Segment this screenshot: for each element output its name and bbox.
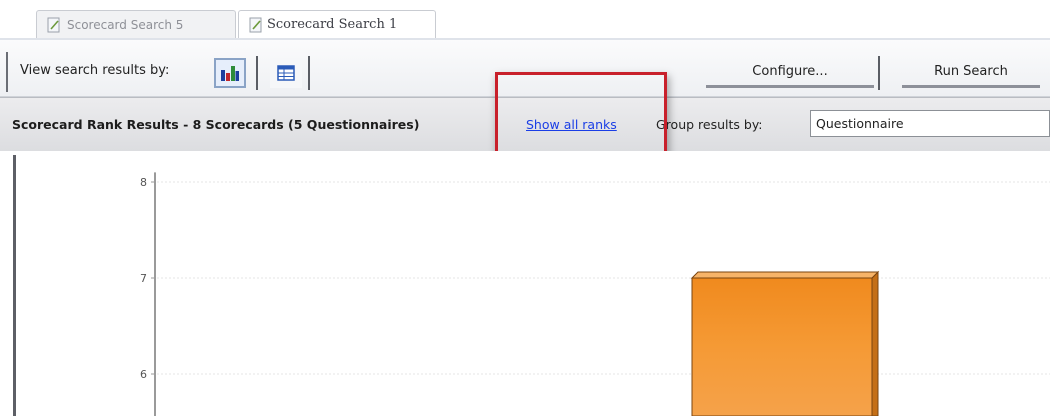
view-chart-button[interactable] (214, 58, 246, 88)
results-title: Scorecard Rank Results - 8 Scorecards (5… (12, 117, 420, 132)
view-grid-button[interactable] (270, 58, 302, 88)
tab-label: Scorecard Search 5 (67, 17, 184, 32)
toolbar-separator (308, 56, 310, 90)
tab-strip: Scorecard Search 5 Scorecard Search 1 (0, 0, 1050, 40)
group-results-field[interactable] (810, 110, 1050, 137)
y-tick-label: 6 (140, 368, 147, 381)
rank-bar-chart: 6 7 8 (140, 172, 1050, 416)
bar-top (690, 271, 880, 279)
bar (691, 277, 873, 416)
show-all-ranks-link[interactable]: Show all ranks (526, 117, 617, 132)
configure-button[interactable]: Configure... (706, 58, 874, 88)
tab-scorecard-search-5[interactable]: Scorecard Search 5 (36, 10, 236, 38)
results-header-bar: Scorecard Rank Results - 8 Scorecards (5… (0, 97, 1050, 152)
document-edit-icon (47, 17, 60, 33)
toolbar-separator (256, 56, 258, 90)
view-results-label: View search results by: (20, 63, 170, 78)
group-results-label: Group results by: (656, 117, 763, 132)
chart-area: 6 7 8 (0, 151, 1050, 416)
bar-chart-icon (221, 66, 239, 81)
bar-side (871, 270, 879, 416)
y-tick-label: 8 (140, 176, 147, 189)
run-search-button[interactable]: Run Search (902, 58, 1040, 88)
grid-table-icon (277, 65, 295, 81)
tab-label: Scorecard Search 1 (267, 17, 398, 32)
document-edit-icon (249, 17, 262, 33)
y-tick-label: 7 (140, 272, 147, 285)
toolbar: View search results by: Configure... Run… (0, 40, 1050, 97)
tab-scorecard-search-1[interactable]: Scorecard Search 1 (238, 10, 436, 38)
toolbar-separator (878, 56, 880, 90)
